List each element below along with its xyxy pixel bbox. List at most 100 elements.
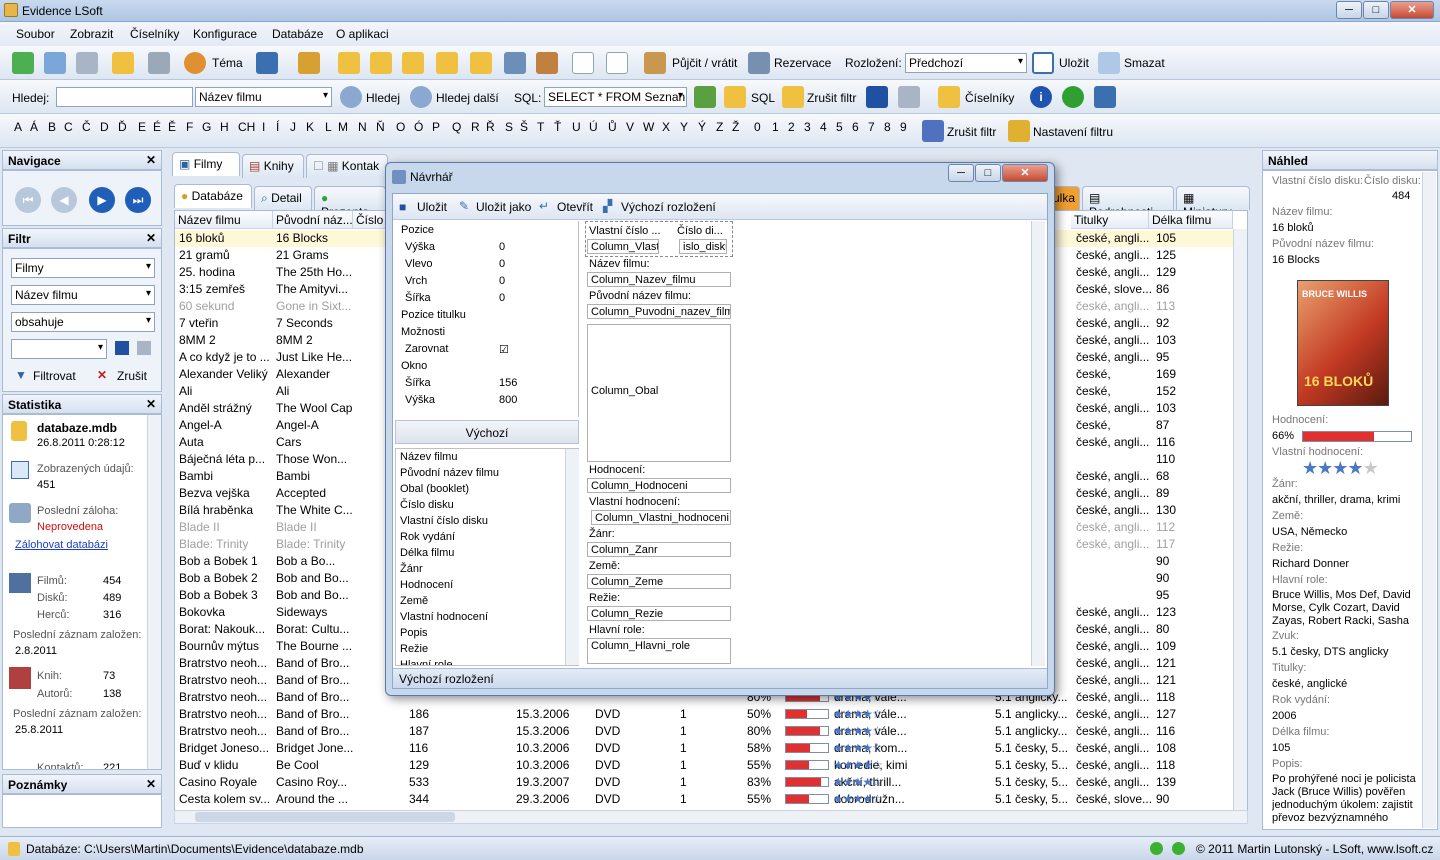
search-next-icon[interactable] xyxy=(410,86,432,108)
column-header[interactable]: Název filmu xyxy=(175,211,273,229)
property-value[interactable]: 0 xyxy=(499,241,505,253)
dialog-close-button[interactable]: ✕ xyxy=(1002,164,1048,182)
alpha-filter-46[interactable]: 4 xyxy=(820,120,827,134)
field-list-item[interactable]: Vlastní hodnocení xyxy=(400,611,488,623)
layout-select[interactable]: Předchozí xyxy=(905,53,1027,73)
star-icon[interactable]: ★ xyxy=(1302,458,1318,478)
filter-clear-icon[interactable] xyxy=(922,120,944,142)
table-row[interactable]: Bridget Joneso... Bridget Jone... 116 10.3.… xyxy=(175,740,1247,757)
search-icon[interactable] xyxy=(340,86,362,108)
close-icon[interactable]: ✕ xyxy=(146,153,156,167)
report-icon[interactable] xyxy=(1094,86,1116,108)
notes-textarea[interactable] xyxy=(2,794,162,828)
property-grid[interactable]: Pozice Výška 0 Vlevo 0 Vrch 0 Šířka 0 Pozice titu… xyxy=(395,221,579,417)
hammer-icon[interactable] xyxy=(536,52,558,74)
layout-save-button[interactable]: Uložit xyxy=(1059,56,1089,70)
field-list-item[interactable]: Hodnocení xyxy=(400,579,453,591)
clear-filter-button[interactable]: Zrušit filtr xyxy=(807,91,856,105)
card-icon[interactable] xyxy=(572,52,594,74)
alpha-filter-45[interactable]: 3 xyxy=(804,120,811,134)
dialog-maximize-button[interactable]: □ xyxy=(975,164,1001,182)
property-value[interactable]: 156 xyxy=(499,377,517,389)
tab-books[interactable]: ▤ Knihy xyxy=(242,154,304,178)
stats-scrollbar[interactable] xyxy=(147,415,161,769)
sql-button[interactable]: SQL xyxy=(751,91,775,105)
table-row[interactable]: Cesta kolem sv... Around the ... 344 29.3.2… xyxy=(175,791,1247,808)
layout-disc-field[interactable]: islo_disku xyxy=(679,239,727,254)
star-icon[interactable]: ★ xyxy=(1332,458,1348,478)
copy-icon[interactable] xyxy=(112,52,134,74)
alpha-filter-0[interactable]: A xyxy=(14,120,22,134)
alpha-filter-24[interactable]: P xyxy=(432,120,440,134)
column-header[interactable]: Titulky xyxy=(1071,211,1149,229)
alpha-filter-34[interactable]: Ů xyxy=(608,120,617,134)
search-field-select[interactable]: Název filmu xyxy=(195,87,332,107)
delete-icon[interactable] xyxy=(898,86,920,108)
close-button[interactable]: ✕ xyxy=(1390,1,1434,19)
property-value[interactable]: 0 xyxy=(499,275,505,287)
filter-cancel-button[interactable]: Zrušit xyxy=(117,369,147,383)
dialog-minimize-button[interactable]: ─ xyxy=(948,164,974,182)
alpha-filter-8[interactable]: É xyxy=(153,120,161,134)
door-icon[interactable] xyxy=(256,52,278,74)
close-icon[interactable]: ✕ xyxy=(146,777,156,791)
table-row[interactable]: Bratrstvo neoh... Band of Bro... 187 15.3.2… xyxy=(175,723,1247,740)
maximize-button[interactable]: □ xyxy=(1363,1,1389,19)
theme-button[interactable]: Téma xyxy=(212,56,243,70)
menu-soubor[interactable]: Soubor xyxy=(16,27,55,41)
menu-ciselniky[interactable]: Číselníky xyxy=(130,27,179,41)
alpha-filter-10[interactable]: F xyxy=(186,120,193,134)
layout-original-field[interactable]: Column_Puvodni_nazev_filmu xyxy=(587,304,731,319)
lists-icon[interactable] xyxy=(938,86,960,108)
print-icon[interactable] xyxy=(148,52,170,74)
table-hscrollbar[interactable] xyxy=(174,810,1248,824)
db-delete-icon[interactable] xyxy=(402,52,424,74)
eraser-icon[interactable] xyxy=(1098,52,1120,74)
layout-rating-field[interactable]: Column_Hodnoceni xyxy=(587,478,731,493)
alpha-filter-43[interactable]: 1 xyxy=(772,120,779,134)
sql-icon[interactable] xyxy=(724,86,746,108)
fields-list[interactable]: Název filmu Původní název filmu Obal (book… xyxy=(395,448,579,666)
clear-filter-icon[interactable] xyxy=(782,86,804,108)
layout-title-field[interactable]: Column_Nazev_filmu xyxy=(587,272,731,287)
table-vscrollbar[interactable] xyxy=(1233,229,1247,819)
field-list-item[interactable]: Žánr xyxy=(400,563,423,575)
alpha-filter-33[interactable]: Ú xyxy=(589,120,598,134)
field-list-item[interactable]: Obal (booklet) xyxy=(400,483,469,495)
alpha-filter-50[interactable]: 8 xyxy=(884,120,891,134)
alpha-filter-7[interactable]: E xyxy=(138,120,146,134)
designer-save-as-button[interactable]: Uložit jako xyxy=(476,200,531,214)
default-button[interactable]: Výchozí xyxy=(395,420,579,444)
alpha-filter-38[interactable]: Y xyxy=(680,120,688,134)
field-list-item[interactable]: Popis xyxy=(400,627,428,639)
db-transfer-icon[interactable] xyxy=(436,52,458,74)
field-list-item[interactable]: Hlavní role xyxy=(400,659,453,665)
field-list-item[interactable]: Režie xyxy=(400,643,428,655)
menu-zobrazit[interactable]: Zobrazit xyxy=(70,27,113,41)
alpha-filter-3[interactable]: C xyxy=(64,120,73,134)
canvas-scrollbar[interactable] xyxy=(1031,221,1045,666)
alpha-filter-1[interactable]: Á xyxy=(30,120,38,134)
alpha-filter-18[interactable]: L xyxy=(325,120,332,134)
lend-icon[interactable] xyxy=(644,52,666,74)
alpha-filter-32[interactable]: U xyxy=(572,120,581,134)
alpha-filter-40[interactable]: Z xyxy=(716,120,723,134)
property-value[interactable]: 0 xyxy=(499,292,505,304)
alpha-filter-41[interactable]: Ž xyxy=(732,120,739,134)
alpha-filter-49[interactable]: 7 xyxy=(868,120,875,134)
layout-cast-field[interactable]: Column_Hlavni_role xyxy=(587,638,731,664)
field-list-item[interactable]: Vlastní číslo disku xyxy=(400,515,488,527)
hscroll-thumb[interactable] xyxy=(195,812,455,822)
star-icon[interactable]: ★ xyxy=(1363,458,1379,478)
layout-own-disc-field[interactable]: Column_Vlastni xyxy=(587,239,659,254)
alpha-filter-28[interactable]: S xyxy=(505,120,513,134)
prev-record-icon[interactable]: ◀ xyxy=(51,187,77,213)
lend-return-button[interactable]: Půjčit / vrátit xyxy=(672,56,737,70)
table-row[interactable]: Casino Royale Casino Roy... 533 19.3.2007 DV… xyxy=(175,774,1247,791)
star-icon[interactable]: ★ xyxy=(1317,458,1333,478)
designer-save-button[interactable]: Uložit xyxy=(417,200,447,214)
alpha-filter-35[interactable]: V xyxy=(626,120,634,134)
alpha-filter-47[interactable]: 5 xyxy=(836,120,843,134)
alpha-filter-11[interactable]: G xyxy=(202,120,211,134)
alpha-filter-26[interactable]: R xyxy=(471,120,480,134)
